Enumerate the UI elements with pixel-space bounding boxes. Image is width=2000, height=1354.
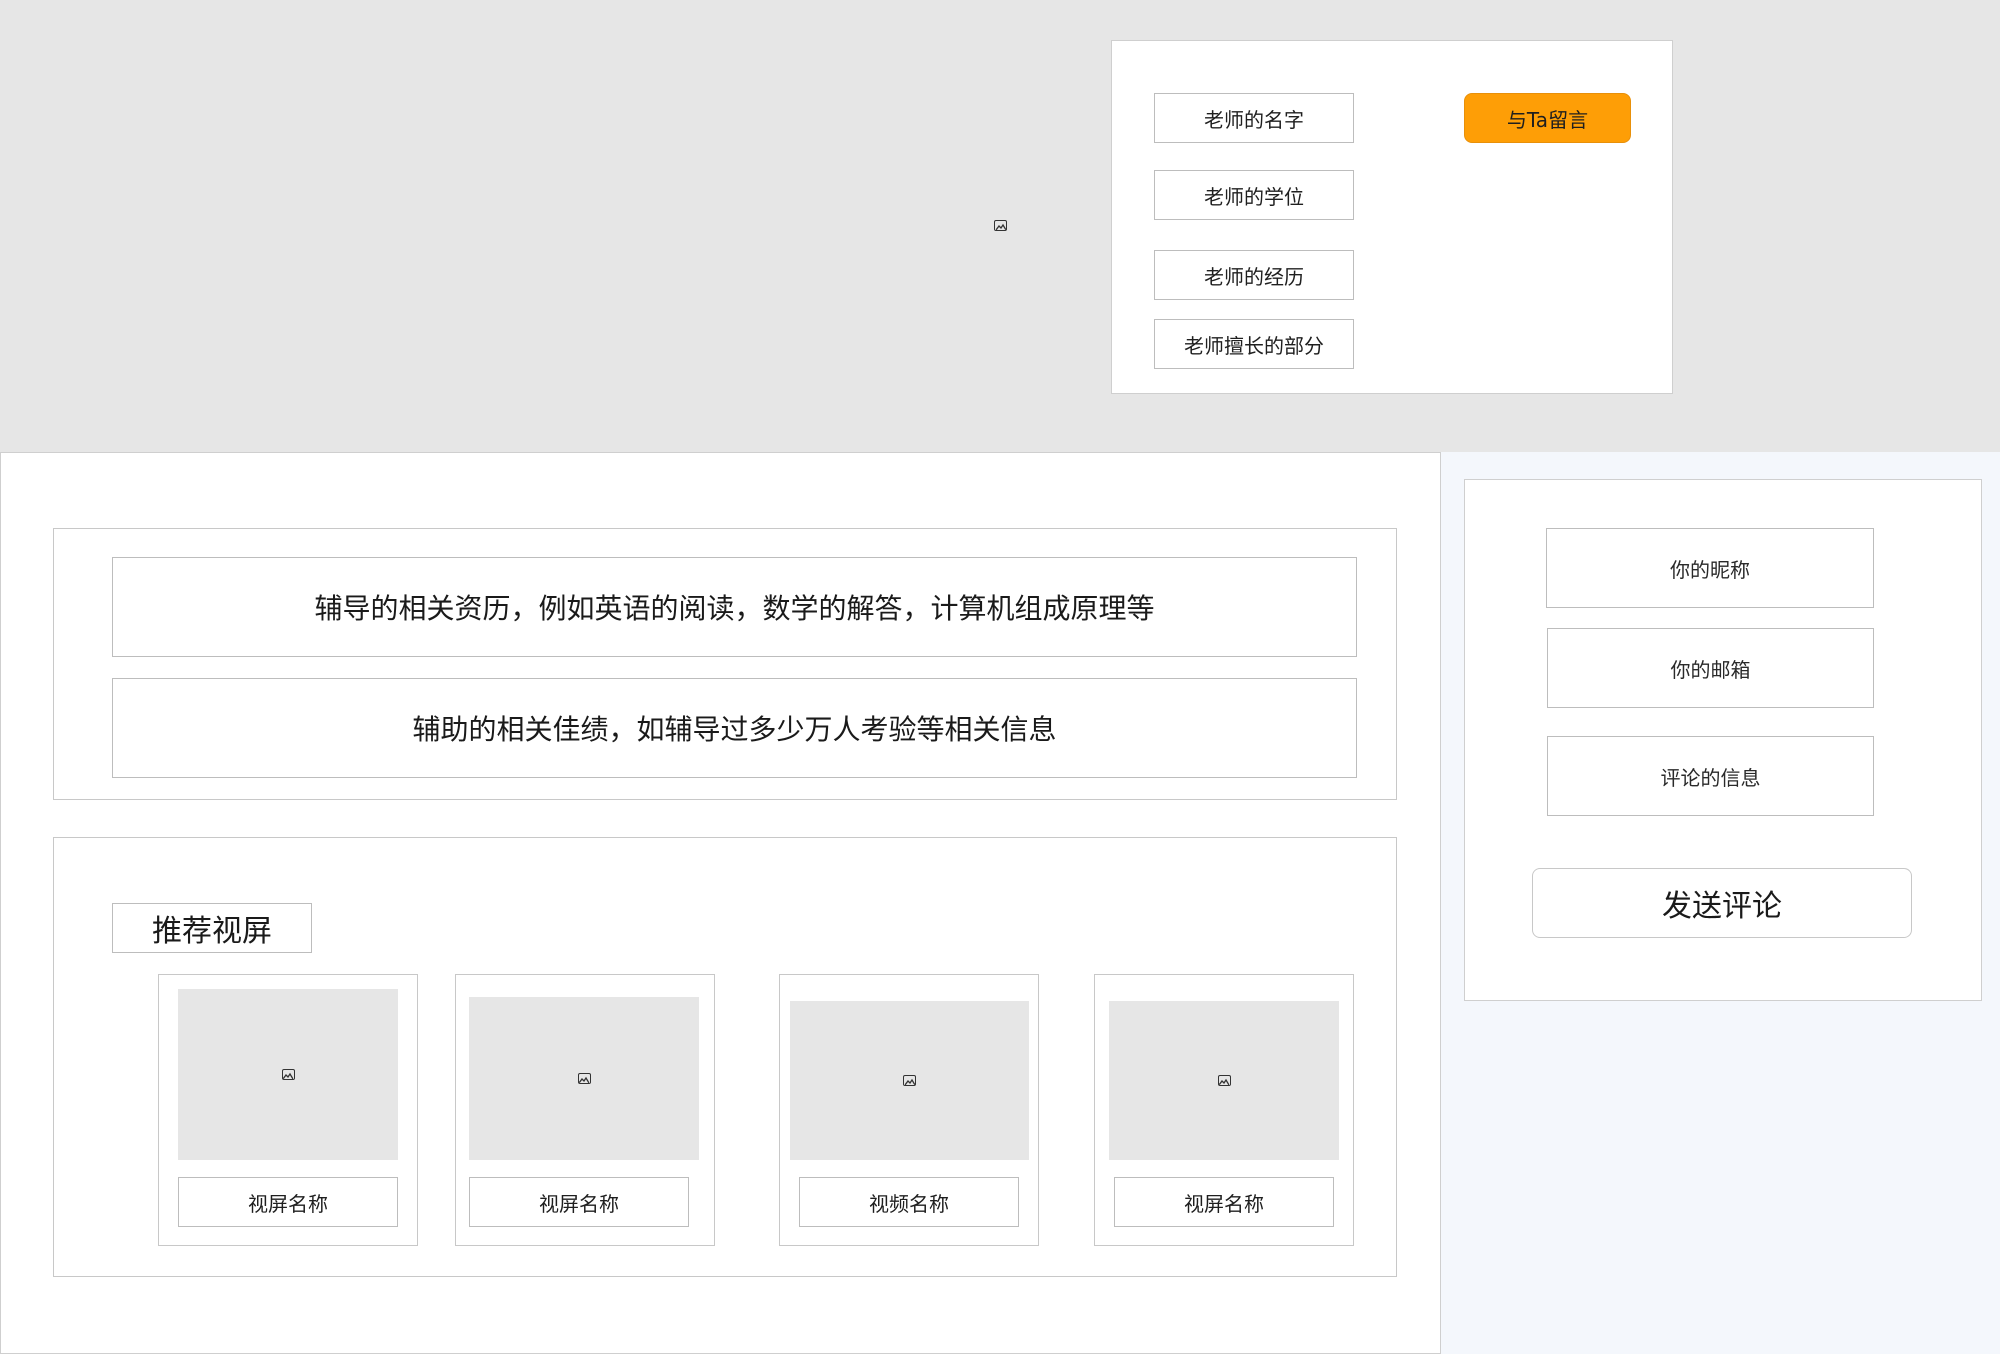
- achievement-line: 辅助的相关佳绩，如辅导过多少万人考验等相关信息: [112, 678, 1357, 778]
- video-name[interactable]: 视频名称: [799, 1177, 1019, 1227]
- send-comment-button[interactable]: 发送评论: [1532, 868, 1912, 938]
- comment-message-input[interactable]: 评论的信息: [1547, 736, 1874, 816]
- video-name[interactable]: 视屏名称: [1114, 1177, 1334, 1227]
- teacher-specialty: 老师擅长的部分: [1154, 319, 1354, 369]
- nickname-input[interactable]: 你的昵称: [1546, 528, 1874, 608]
- video-name[interactable]: 视屏名称: [178, 1177, 398, 1227]
- image-placeholder-icon: [577, 1073, 591, 1084]
- video-thumbnail[interactable]: [469, 997, 699, 1160]
- experience-line: 辅导的相关资历，例如英语的阅读，数学的解答，计算机组成原理等: [112, 557, 1357, 657]
- teacher-experience: 老师的经历: [1154, 250, 1354, 300]
- video-thumbnail[interactable]: [178, 989, 398, 1160]
- email-input[interactable]: 你的邮箱: [1547, 628, 1874, 708]
- video-thumbnail[interactable]: [1109, 1001, 1339, 1160]
- leave-message-button[interactable]: 与Ta留言: [1464, 93, 1631, 143]
- teacher-avatar-image-icon: [994, 220, 1007, 231]
- teacher-name: 老师的名字: [1154, 93, 1354, 143]
- teacher-degree: 老师的学位: [1154, 170, 1354, 220]
- image-placeholder-icon: [1217, 1075, 1231, 1086]
- video-name[interactable]: 视屏名称: [469, 1177, 689, 1227]
- video-thumbnail[interactable]: [790, 1001, 1029, 1160]
- image-placeholder-icon: [903, 1075, 916, 1086]
- recommended-videos-title: 推荐视屏: [112, 903, 312, 953]
- image-placeholder-icon: [281, 1069, 295, 1080]
